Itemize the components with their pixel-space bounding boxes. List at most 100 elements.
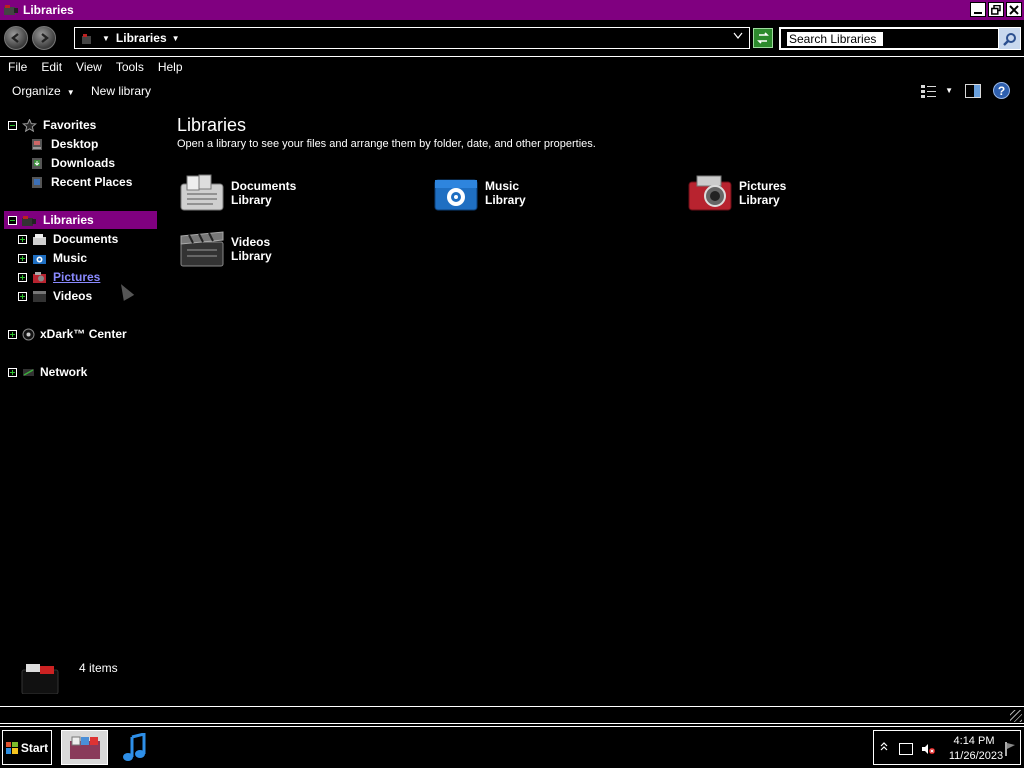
nav-videos-label: Videos: [53, 289, 93, 303]
change-view-icon[interactable]: [921, 84, 937, 98]
taskbar-music-app[interactable]: [120, 732, 150, 764]
view-options-arrow-icon[interactable]: ▼: [945, 86, 953, 95]
library-documents[interactable]: Documents Library: [179, 173, 296, 213]
back-button[interactable]: [4, 26, 28, 50]
nav-downloads-label: Downloads: [51, 156, 116, 170]
expand-icon[interactable]: [18, 234, 27, 244]
library-music-kind: Library: [485, 193, 526, 207]
new-library-button[interactable]: New library: [91, 84, 151, 98]
nav-recent-places[interactable]: Recent Places: [30, 173, 132, 191]
refresh-button[interactable]: [753, 28, 773, 48]
nav-documents[interactable]: Documents: [18, 230, 118, 248]
library-pictures[interactable]: Pictures Library: [687, 173, 786, 213]
menu-edit[interactable]: Edit: [41, 60, 62, 74]
videos-icon: [32, 290, 47, 303]
expand-icon[interactable]: [18, 291, 27, 301]
star-icon: [21, 117, 38, 132]
library-videos[interactable]: Videos Library: [179, 229, 272, 269]
nav-pictures[interactable]: Pictures: [18, 268, 100, 286]
expand-icon[interactable]: [18, 253, 27, 263]
minimize-button[interactable]: [970, 2, 986, 17]
library-pictures-kind: Library: [739, 193, 780, 207]
address-history-dropdown[interactable]: [733, 32, 743, 43]
nav-network-label: Network: [40, 365, 88, 379]
nav-music-label: Music: [53, 251, 88, 265]
expand-icon[interactable]: [8, 367, 17, 377]
organize-button[interactable]: Organize ▼: [12, 84, 75, 98]
item-count: 4 items: [79, 661, 118, 675]
nav-videos[interactable]: Videos: [18, 287, 92, 305]
libraries-icon: [22, 214, 37, 227]
nav-libraries-label: Libraries: [43, 213, 94, 227]
start-button[interactable]: Start: [2, 730, 52, 765]
forward-button[interactable]: [32, 26, 56, 50]
taskbar-libraries-app[interactable]: [61, 730, 108, 765]
downloads-icon: [30, 157, 45, 170]
nav-xdark-center-label: xDark™ Center: [40, 327, 127, 341]
library-music[interactable]: Music Library: [433, 173, 526, 213]
network-status-icon[interactable]: [899, 743, 913, 755]
nav-libraries[interactable]: Libraries: [4, 211, 157, 229]
taskbar: Start 4:14 PM 11/26/2023: [0, 726, 1024, 768]
menu-view[interactable]: View: [76, 60, 102, 74]
show-hidden-icons-button[interactable]: [880, 741, 888, 754]
music-icon: [32, 252, 47, 265]
library-music-name: Music: [485, 179, 520, 193]
command-bar: Organize ▼ New library ▼ ?: [0, 80, 1024, 102]
page-title: Libraries: [177, 115, 247, 135]
menu-file[interactable]: File: [8, 60, 27, 74]
refresh-icon: [757, 32, 769, 44]
expand-icon[interactable]: [8, 329, 17, 339]
xdark-center-icon: [22, 328, 35, 341]
close-button[interactable]: [1006, 2, 1022, 17]
nav-xdark-center[interactable]: xDark™ Center: [8, 325, 127, 343]
music-library-icon: [433, 174, 479, 212]
maximize-button[interactable]: [988, 2, 1004, 17]
nav-documents-label: Documents: [53, 232, 119, 246]
action-center-flag-icon[interactable]: [1004, 741, 1016, 757]
breadcrumb-arrow-icon[interactable]: ▼: [172, 34, 180, 43]
search-input[interactable]: Search Libraries: [787, 32, 883, 46]
menu-help[interactable]: Help: [158, 60, 183, 74]
volume-muted-icon[interactable]: [921, 743, 935, 755]
nav-music[interactable]: Music: [18, 249, 87, 267]
search-box[interactable]: Search Libraries: [779, 27, 1021, 50]
network-icon: [22, 366, 35, 379]
window-title: Libraries: [23, 3, 74, 17]
nav-pictures-label: Pictures: [53, 270, 101, 284]
nav-desktop[interactable]: Desktop: [30, 135, 98, 153]
pictures-icon: [32, 271, 47, 284]
library-videos-name: Videos: [231, 235, 271, 249]
videos-library-icon: [179, 230, 225, 268]
nav-favorites-label: Favorites: [43, 118, 97, 132]
search-button[interactable]: [998, 28, 1020, 49]
nav-favorites[interactable]: Favorites: [8, 116, 96, 134]
menu-bar: File Edit View Tools Help: [0, 58, 1024, 76]
breadcrumb-arrow-icon[interactable]: ▼: [102, 34, 110, 43]
library-pictures-name: Pictures: [739, 179, 787, 193]
title-bar[interactable]: Libraries: [0, 0, 1024, 20]
nav-network[interactable]: Network: [8, 363, 87, 381]
address-toolbar: ▼ Libraries ▼ Search Libraries: [0, 20, 1024, 57]
clock-time[interactable]: 4:14 PM: [952, 735, 996, 747]
window-controls: [970, 2, 1022, 17]
windows-logo-icon: [5, 741, 18, 754]
collapse-icon[interactable]: [8, 120, 17, 130]
address-bar[interactable]: ▼ Libraries ▼: [74, 27, 750, 49]
clock-date[interactable]: 11/26/2023: [946, 750, 1006, 762]
start-label: Start: [20, 740, 49, 755]
preview-pane-icon[interactable]: [965, 83, 981, 98]
collapse-icon[interactable]: [8, 215, 17, 225]
back-arrow-icon: [11, 33, 19, 43]
menu-tools[interactable]: Tools: [116, 60, 144, 74]
resize-grip-icon[interactable]: [1010, 710, 1022, 722]
nav-downloads[interactable]: Downloads: [30, 154, 115, 172]
help-icon[interactable]: ?: [993, 82, 1010, 99]
libraries-icon: [4, 4, 18, 16]
expand-icon[interactable]: [18, 272, 27, 282]
nav-desktop-label: Desktop: [51, 137, 99, 151]
breadcrumb-libraries[interactable]: Libraries: [116, 31, 167, 45]
chevron-down-icon: [733, 32, 743, 39]
navigation-pane: Favorites Desktop Downloads Recent Place…: [0, 110, 160, 650]
documents-library-icon: [179, 174, 225, 212]
